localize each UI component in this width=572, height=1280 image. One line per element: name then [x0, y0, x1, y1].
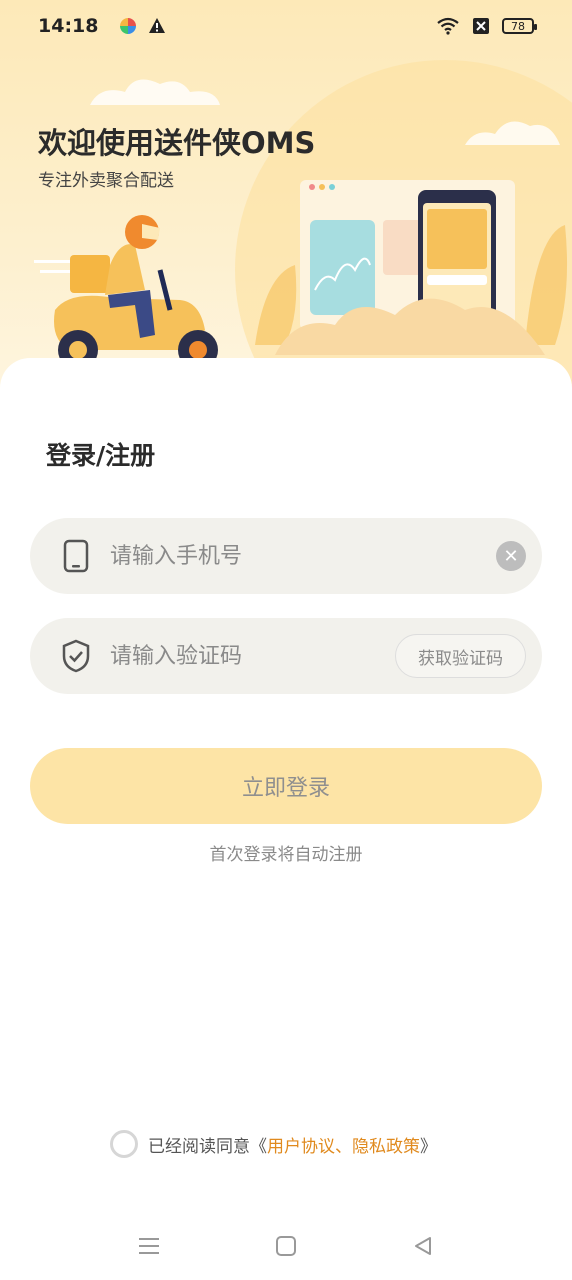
battery-level: 78	[511, 19, 525, 33]
status-time: 14:18	[38, 15, 99, 37]
login-button[interactable]: 立即登录	[30, 748, 542, 824]
agreement-prefix: 已经阅读同意《	[148, 1136, 267, 1157]
system-nav-bar	[0, 1212, 572, 1280]
phone-field: ✕	[30, 518, 542, 594]
back-icon[interactable]	[403, 1226, 443, 1266]
agree-checkbox[interactable]	[110, 1130, 138, 1158]
get-code-button[interactable]: 获取验证码	[395, 634, 526, 678]
dashboard-illustration	[255, 180, 568, 355]
phone-input[interactable]	[108, 542, 496, 570]
page-subtitle: 专注外卖聚合配送	[38, 171, 174, 191]
auto-register-hint: 首次登录将自动注册	[209, 845, 363, 865]
code-field: 获取验证码	[30, 618, 542, 694]
agreement-links[interactable]: 用户协议、隐私政策	[267, 1132, 420, 1157]
status-bar: 14:18 78	[0, 0, 572, 52]
no-sim-icon	[473, 18, 489, 34]
phone-icon	[60, 538, 92, 574]
agreement-suffix: 》	[420, 1136, 437, 1157]
menu-icon[interactable]	[129, 1226, 169, 1266]
cloud-illustration	[90, 79, 220, 105]
wifi-icon	[437, 17, 459, 35]
warning-icon	[149, 18, 166, 33]
code-input[interactable]	[108, 642, 395, 670]
login-section-title: 登录/注册	[46, 441, 156, 470]
app-icon	[120, 18, 137, 34]
login-card: 登录/注册 ✕ 获取验证码 立即登录 首次登录将自动注册 已经阅读同意《 用户协…	[0, 358, 572, 1280]
battery-icon: 78	[502, 18, 537, 34]
home-icon[interactable]	[266, 1226, 306, 1266]
cloud-illustration	[465, 121, 560, 145]
shield-icon	[60, 638, 92, 674]
page-title: 欢迎使用送件侠OMS	[38, 126, 316, 160]
clear-icon[interactable]: ✕	[496, 541, 526, 571]
agreement-row: 已经阅读同意《 用户协议、隐私政策 》	[110, 1130, 437, 1158]
hero-banner	[0, 0, 572, 420]
